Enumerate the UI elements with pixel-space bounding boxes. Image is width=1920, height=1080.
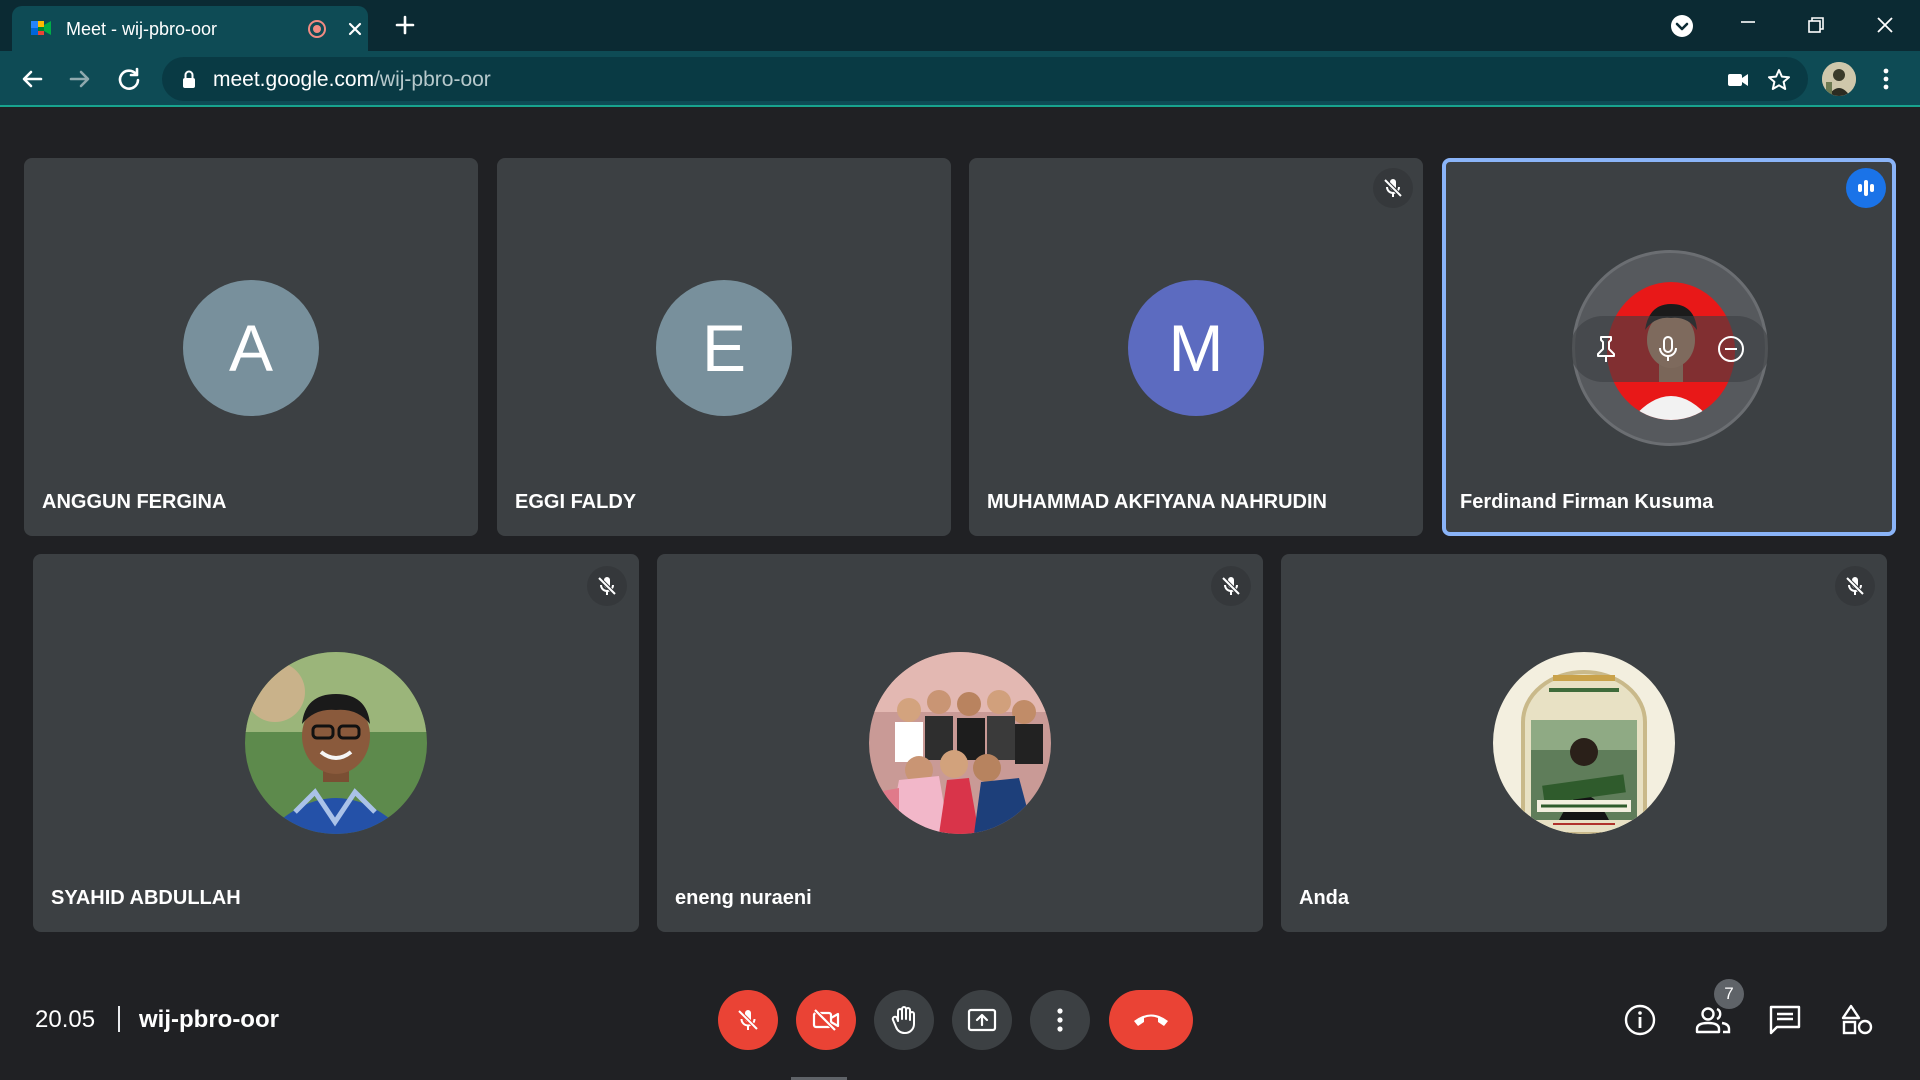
- avatar: A: [183, 280, 319, 416]
- tab-title: Meet - wij-pbro-oor: [66, 19, 218, 39]
- profile-avatar[interactable]: [1822, 62, 1856, 96]
- forward-arrow-icon[interactable]: [64, 63, 96, 95]
- avatar: [245, 652, 427, 834]
- meeting-controls-bar: 20.05 wij-pbro-oor 7: [0, 966, 1920, 1080]
- mic-off-icon: [737, 1009, 759, 1031]
- participant-tile[interactable]: Anda: [1281, 554, 1887, 932]
- activities-button[interactable]: [1837, 1000, 1877, 1040]
- google-meet-icon: [31, 21, 51, 35]
- url-text[interactable]: meet.google.com/wij-pbro-oor: [213, 68, 491, 92]
- people-icon: [1695, 1007, 1731, 1034]
- mic-off-icon: [1373, 168, 1413, 208]
- participant-tile[interactable]: A ANGGUN FERGINA: [24, 158, 478, 536]
- participant-tile[interactable]: E EGGI FALDY: [497, 158, 951, 536]
- participant-tile[interactable]: SYAHID ABDULLAH: [33, 554, 639, 932]
- meeting-code: wij-pbro-oor: [139, 1006, 279, 1033]
- star-icon[interactable]: [1766, 67, 1792, 93]
- call-end-icon: [1134, 1014, 1168, 1026]
- participant-name: SYAHID ABDULLAH: [51, 887, 241, 909]
- reload-icon[interactable]: [113, 63, 145, 95]
- meet-stage: A ANGGUN FERGINA E EGGI FALDY M MUHAMMAD…: [0, 108, 1920, 1080]
- more-vert-icon: [1057, 1008, 1063, 1032]
- participant-name: Ferdinand Firman Kusuma: [1460, 491, 1714, 513]
- close-window-icon[interactable]: [1869, 10, 1901, 42]
- pin-icon[interactable]: [1592, 334, 1620, 364]
- plus-icon[interactable]: [392, 12, 418, 38]
- more-options-button[interactable]: [1030, 990, 1090, 1050]
- close-icon[interactable]: [344, 18, 366, 40]
- participant-count-badge: 7: [1714, 979, 1744, 1009]
- url-host: meet.google.com: [213, 68, 375, 91]
- divider: [118, 1006, 120, 1032]
- avatar: [869, 652, 1051, 834]
- url-path: /wij-pbro-oor: [374, 68, 491, 91]
- participant-tile-active[interactable]: Ferdinand Firman Kusuma: [1442, 158, 1896, 536]
- participant-name: eneng nuraeni: [675, 887, 812, 909]
- avatar: M: [1128, 280, 1264, 416]
- avatar: E: [656, 280, 792, 416]
- camera-icon[interactable]: [1725, 67, 1751, 93]
- mic-off-icon: [587, 566, 627, 606]
- back-arrow-icon[interactable]: [16, 63, 48, 95]
- present-screen-button[interactable]: [952, 990, 1012, 1050]
- camera-toggle-button[interactable]: [796, 990, 856, 1050]
- mic-off-icon: [1835, 566, 1875, 606]
- remove-participant-icon[interactable]: [1716, 334, 1746, 364]
- avatar: [1493, 652, 1675, 834]
- browser-toolbar: meet.google.com/wij-pbro-oor: [0, 51, 1920, 107]
- browser-tab-meet[interactable]: Meet - wij-pbro-oor: [12, 6, 368, 51]
- recording-icon: [308, 20, 326, 38]
- hand-icon: [891, 1006, 915, 1034]
- more-vert-icon[interactable]: [1874, 63, 1898, 95]
- meeting-details-button[interactable]: [1620, 1000, 1660, 1040]
- leave-call-button[interactable]: [1109, 990, 1193, 1050]
- mute-participant-icon[interactable]: [1654, 334, 1682, 364]
- restore-icon[interactable]: [1800, 10, 1832, 42]
- meeting-time: 20.05: [35, 1006, 96, 1033]
- address-bar[interactable]: meet.google.com/wij-pbro-oor: [162, 57, 1808, 101]
- microphone-toggle-button[interactable]: [718, 990, 778, 1050]
- participant-name: EGGI FALDY: [515, 491, 637, 513]
- participant-name: Anda: [1299, 887, 1349, 909]
- minimize-icon[interactable]: [1732, 10, 1764, 42]
- camera-off-icon: [812, 1008, 840, 1032]
- raise-hand-button[interactable]: [874, 990, 934, 1050]
- info-icon: [1624, 1004, 1656, 1036]
- participant-name: ANGGUN FERGINA: [42, 491, 227, 513]
- chat-icon: [1769, 1005, 1801, 1035]
- participant-tile[interactable]: M MUHAMMAD AKFIYANA NAHRUDIN: [969, 158, 1423, 536]
- present-to-all-icon: [967, 1008, 997, 1032]
- tab-search-icon[interactable]: [1666, 10, 1698, 42]
- activities-icon: [1841, 1004, 1873, 1035]
- lock-icon[interactable]: [180, 69, 198, 89]
- browser-tab-strip: Meet - wij-pbro-oor: [0, 0, 1920, 51]
- participant-name: MUHAMMAD AKFIYANA NAHRUDIN: [987, 491, 1327, 513]
- speaking-indicator-icon: [1846, 168, 1886, 208]
- chat-button[interactable]: [1765, 1000, 1805, 1040]
- mic-off-icon: [1211, 566, 1251, 606]
- participant-tile[interactable]: eneng nuraeni: [657, 554, 1263, 932]
